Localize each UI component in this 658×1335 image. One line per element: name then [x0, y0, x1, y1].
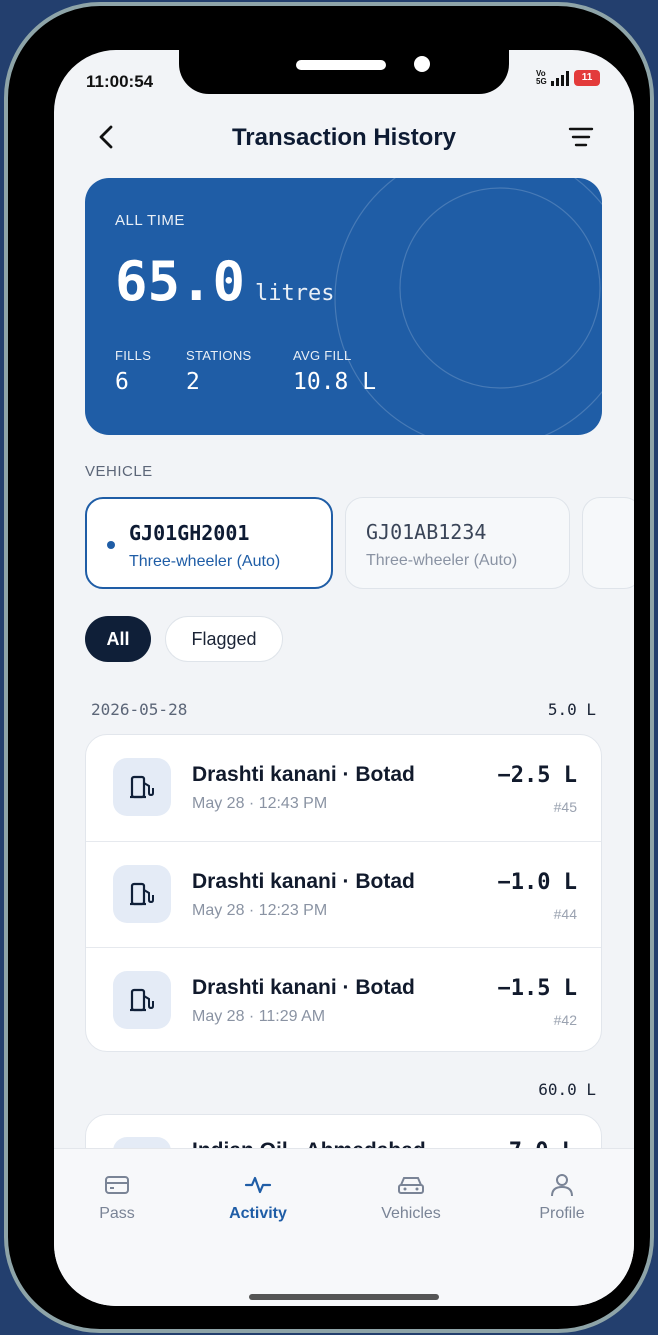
total-value: 65.0	[115, 250, 246, 313]
signal-icon	[551, 71, 569, 86]
group-total: 5.0 L	[547, 700, 596, 719]
filter-button[interactable]	[566, 124, 596, 150]
header: Transaction History	[54, 116, 634, 160]
activity-icon	[244, 1176, 272, 1194]
front-camera	[414, 56, 430, 72]
transaction-row[interactable]: Drashti kanani · Botad May 28 · 11:29 AM…	[86, 947, 601, 1051]
fuel-pump-icon	[113, 758, 171, 816]
vehicle-selector: GJ01GH2001 Three-wheeler (Auto) GJ01AB12…	[85, 497, 634, 593]
vehicle-card[interactable]: GJ01AB1234 Three-wheeler (Auto)	[345, 497, 570, 589]
fuel-pump-icon	[113, 865, 171, 923]
transaction-id: #44	[553, 906, 577, 922]
app-screen: 11:00:54 Vo 5G 11 Transaction History AL…	[54, 50, 634, 1306]
stat-fills: FILLS 6	[115, 348, 151, 395]
stat-stations: STATIONS 2	[186, 348, 251, 395]
period-label: ALL TIME	[115, 212, 185, 229]
transaction-title: Drashti kanani · Botad	[192, 763, 415, 786]
tab-label: Pass	[99, 1205, 135, 1222]
group-total: 60.0 L	[538, 1080, 596, 1099]
tab-label: Activity	[229, 1205, 287, 1222]
transaction-amount: −2.5 L	[497, 763, 577, 788]
stat-value: 10.8 L	[293, 369, 377, 395]
transaction-id: #42	[553, 1012, 577, 1028]
stat-label: FILLS	[115, 348, 152, 363]
summary-card: ALL TIME 65.0 litres FILLS 6 STATIONS 2 …	[85, 178, 602, 435]
status-time: 11:00:54	[86, 72, 154, 91]
person-icon	[551, 1174, 573, 1197]
vehicle-card-selected[interactable]: GJ01GH2001 Three-wheeler (Auto)	[85, 497, 333, 589]
stat-label: STATIONS	[186, 348, 252, 363]
filter-icon	[568, 127, 594, 147]
total-unit: litres	[255, 281, 335, 306]
status-icons: Vo 5G 11	[536, 70, 600, 86]
transaction-row[interactable]: Drashti kanani · Botad May 28 · 12:43 PM…	[86, 735, 601, 841]
speaker-grille	[296, 60, 386, 70]
transaction-list: Drashti kanani · Botad May 28 · 12:43 PM…	[85, 734, 602, 1052]
tab-label: Profile	[539, 1205, 585, 1222]
group-date: 2026-05-28	[91, 700, 188, 719]
vehicle-section-label: VEHICLE	[85, 463, 153, 480]
battery-icon: 11	[574, 70, 600, 86]
tab-label: Vehicles	[381, 1205, 441, 1222]
transaction-datetime: May 28 · 11:29 AM	[192, 1008, 326, 1025]
page-title: Transaction History	[231, 124, 457, 151]
vehicle-card-partial[interactable]	[582, 497, 634, 589]
stat-value: 2	[186, 369, 200, 395]
home-indicator	[249, 1294, 439, 1300]
tab-vehicles[interactable]: Vehicles	[356, 1173, 466, 1223]
transaction-row[interactable]: Drashti kanani · Botad May 28 · 12:23 PM…	[86, 841, 601, 948]
phone-frame: 11:00:54 Vo 5G 11 Transaction History AL…	[4, 2, 654, 1333]
transaction-datetime: May 28 · 12:23 PM	[192, 902, 328, 919]
device-notch	[179, 50, 509, 94]
fuel-pump-icon	[113, 971, 171, 1029]
transaction-datetime: May 28 · 12:43 PM	[192, 795, 328, 812]
stat-avg-fill: AVG FILL 10.8 L	[293, 348, 376, 395]
tab-activity[interactable]: Activity	[203, 1173, 313, 1223]
tab-pass[interactable]: Pass	[62, 1173, 172, 1223]
bottom-tab-bar: Pass Activity Vehicles Profile	[54, 1148, 634, 1306]
filter-all[interactable]: All	[85, 616, 151, 662]
transaction-title: Drashti kanani · Botad	[192, 976, 415, 999]
tab-profile[interactable]: Profile	[507, 1173, 617, 1223]
network-type: Vo 5G	[536, 69, 547, 86]
transaction-id: #45	[553, 799, 577, 815]
vehicle-type: Three-wheeler (Auto)	[366, 552, 518, 569]
card-icon	[105, 1176, 129, 1194]
transaction-amount: −1.0 L	[497, 870, 577, 895]
total-volume: 65.0 litres	[115, 250, 335, 313]
car-icon	[398, 1177, 424, 1194]
vehicle-type: Three-wheeler (Auto)	[129, 553, 281, 570]
stat-value: 6	[115, 369, 129, 395]
transaction-title: Drashti kanani · Botad	[192, 870, 415, 893]
selected-dot-icon	[107, 541, 115, 549]
vehicle-plate: GJ01AB1234	[366, 520, 487, 544]
transaction-amount: −1.5 L	[497, 976, 577, 1001]
stat-label: AVG FILL	[293, 348, 352, 363]
vehicle-plate: GJ01GH2001	[129, 521, 250, 545]
filter-flagged[interactable]: Flagged	[165, 616, 283, 662]
